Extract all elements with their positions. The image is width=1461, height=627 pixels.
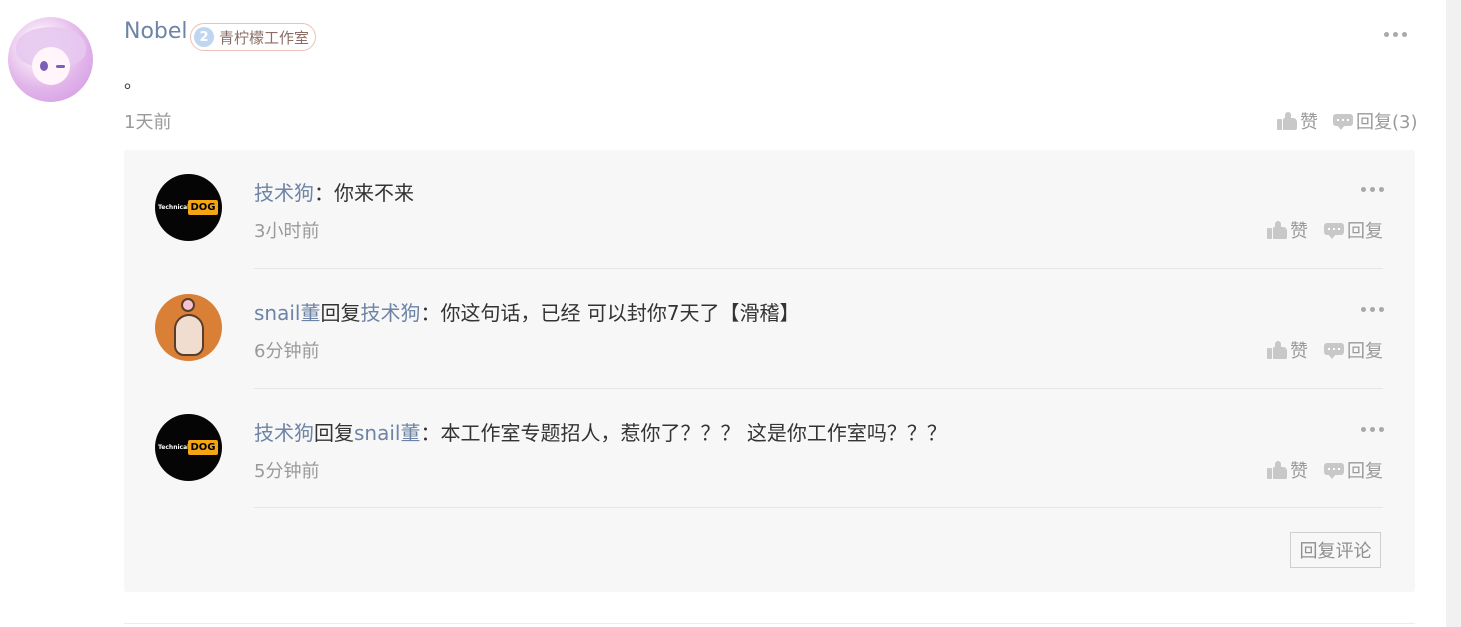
speech-bubble-icon: [1324, 461, 1344, 479]
avatar[interactable]: Technical DOG: [155, 174, 222, 241]
like-button[interactable]: 赞: [1267, 457, 1308, 483]
avatar-tag: DOG: [188, 200, 218, 215]
avatar-text: Technical: [158, 444, 190, 451]
like-label: 赞: [1290, 461, 1308, 482]
thumbs-up-icon: [1267, 461, 1287, 479]
reply-text: ：你来不来: [314, 181, 414, 205]
reply-label: 回复: [1347, 341, 1383, 362]
like-button[interactable]: 赞: [1267, 217, 1308, 243]
reply-author[interactable]: 技术狗: [254, 181, 314, 205]
like-label: 赞: [1300, 112, 1318, 133]
studio-badge[interactable]: 2 青柠檬工作室: [190, 23, 317, 51]
like-label: 赞: [1290, 221, 1308, 242]
speech-bubble-icon: [1324, 221, 1344, 239]
reply-word: 回复: [314, 421, 354, 445]
avatar[interactable]: Technical DOG: [155, 414, 222, 481]
reply-time: 5分钟前: [254, 461, 320, 482]
badge-level: 2: [194, 27, 214, 47]
thumbs-up-icon: [1267, 221, 1287, 239]
avatar-flower: [181, 298, 195, 312]
like-label: 赞: [1290, 341, 1308, 362]
avatar[interactable]: [8, 17, 93, 102]
avatar-eye-wink: [56, 65, 65, 68]
more-dots-icon[interactable]: [1361, 187, 1384, 192]
more-dots-icon[interactable]: [1384, 32, 1407, 37]
reply-word: 回复: [320, 301, 361, 325]
reply-time: 3小时前: [254, 221, 320, 242]
reply-target[interactable]: 技术狗: [360, 301, 420, 325]
reply-author[interactable]: snail董: [254, 301, 320, 325]
reply-text: ：你这句话，已经 可以封你7天了【滑稽】: [420, 301, 800, 325]
reply-comment-button[interactable]: 回复评论: [1290, 532, 1381, 568]
speech-bubble-icon: [1324, 341, 1344, 359]
avatar-eye: [40, 61, 48, 71]
reply-label: 回复: [1347, 221, 1383, 242]
divider: [254, 268, 1383, 269]
reply-time: 6分钟前: [254, 341, 320, 362]
more-dots-icon[interactable]: [1361, 427, 1384, 432]
speech-bubble-icon: [1333, 112, 1353, 130]
reply-count-label: 回复(3): [1356, 112, 1418, 133]
scrollbar[interactable]: [1446, 0, 1461, 627]
badge-studio-name: 青柠檬工作室: [219, 28, 310, 47]
divider: [254, 388, 1383, 389]
reply-label: 回复: [1347, 461, 1383, 482]
reply-button[interactable]: 回复: [1324, 337, 1383, 363]
thumbs-up-icon: [1267, 341, 1287, 359]
thumbs-up-icon: [1277, 112, 1297, 130]
comment-time: 1天前: [124, 112, 172, 133]
reply-line: 技术狗回复snail董：本工作室专题招人，惹你了？？？ 这是你工作室吗？？？: [254, 417, 947, 446]
reply-target[interactable]: snail董: [354, 421, 420, 445]
divider: [254, 507, 1383, 508]
more-dots-icon[interactable]: [1361, 307, 1384, 312]
avatar-tag: DOG: [188, 440, 218, 455]
avatar-text: Technical: [158, 204, 190, 211]
reply-line: snail董回复技术狗：你这句话，已经 可以封你7天了【滑稽】: [254, 297, 800, 326]
reply-button[interactable]: 回复: [1324, 457, 1383, 483]
reply-button[interactable]: 回复: [1324, 217, 1383, 243]
reply-author[interactable]: 技术狗: [254, 421, 314, 445]
like-button[interactable]: 赞: [1277, 108, 1318, 134]
reply-line: 技术狗：你来不来: [254, 177, 414, 206]
avatar[interactable]: [155, 294, 222, 361]
comment-username[interactable]: Nobel: [124, 19, 188, 44]
divider: [124, 623, 1415, 624]
comment-body: 。: [124, 72, 142, 93]
reply-count-button[interactable]: 回复(3): [1333, 108, 1418, 134]
reply-text: ：本工作室专题招人，惹你了？？？ 这是你工作室吗？？？: [420, 421, 947, 445]
avatar-figure: [174, 314, 204, 356]
like-button[interactable]: 赞: [1267, 337, 1308, 363]
